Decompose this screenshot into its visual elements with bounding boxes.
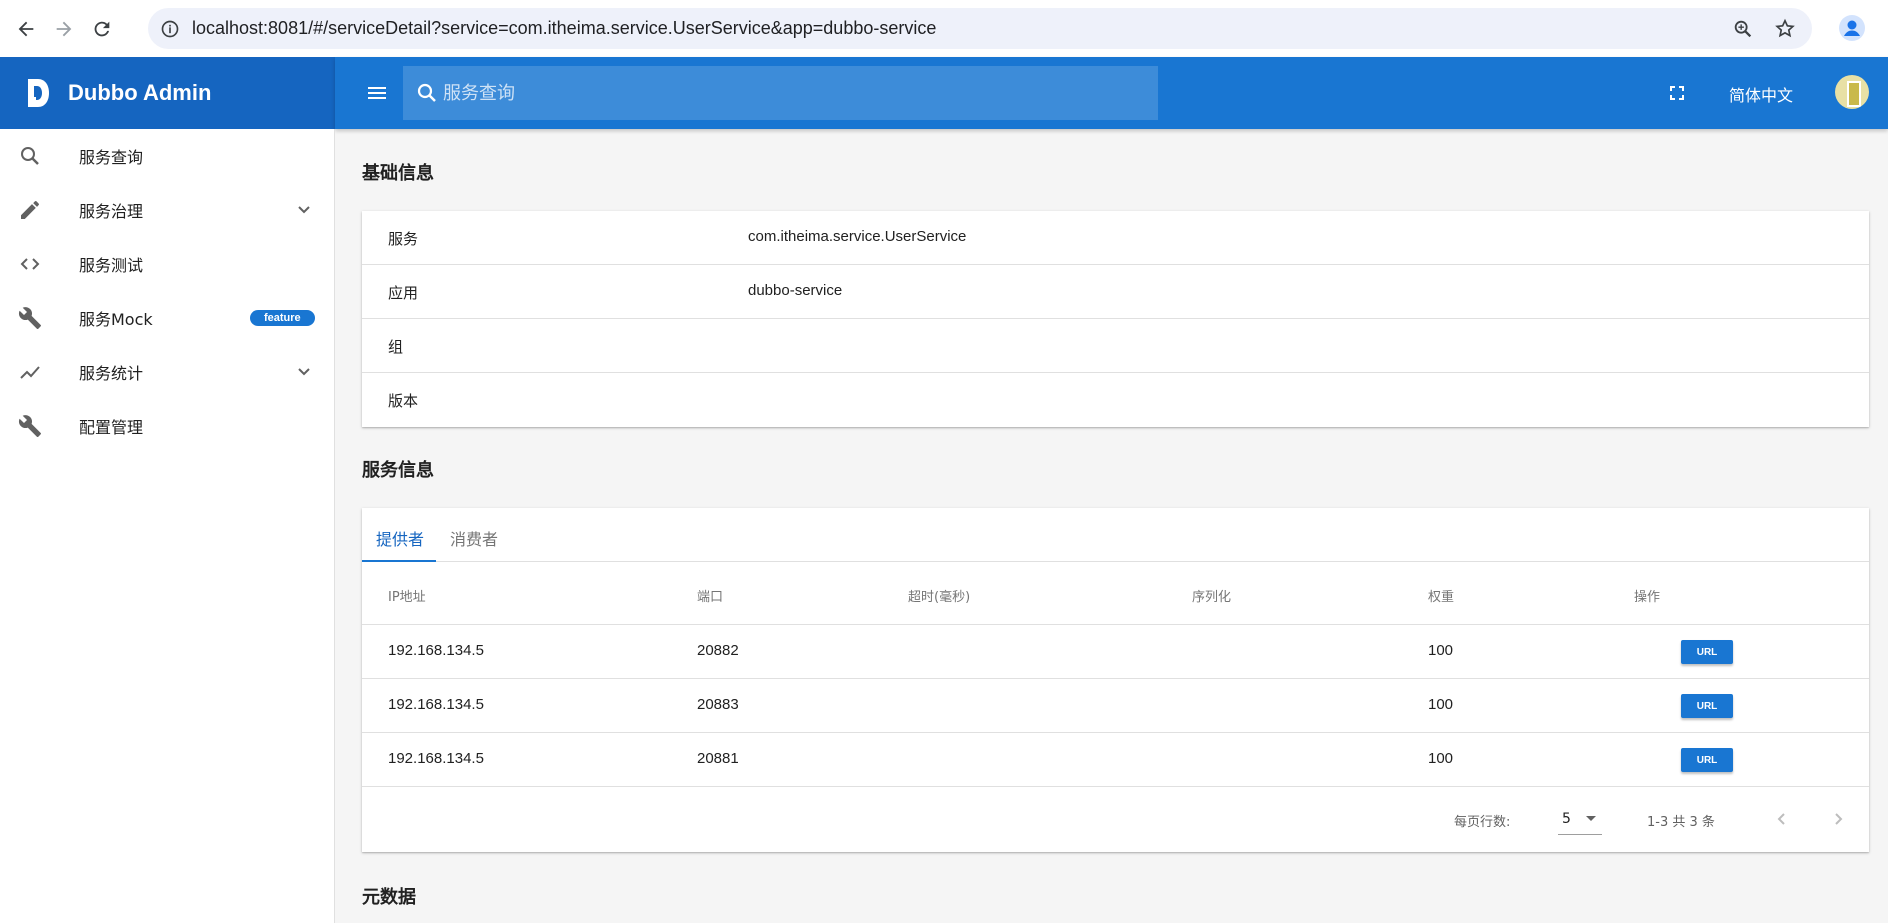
- dubbo-logo-icon: [28, 79, 49, 107]
- address-bar[interactable]: localhost:8081/#/serviceDetail?service=c…: [148, 8, 1812, 49]
- port-cell: 20881: [697, 750, 739, 767]
- ip-cell: 192.168.134.5: [388, 696, 484, 713]
- pagination-range: 1-3 共 3 条: [1647, 815, 1715, 830]
- ip-cell: 192.168.134.5: [388, 750, 484, 767]
- sidebar-item-label: 服务Mock: [79, 310, 153, 329]
- info-row-version: 版本: [362, 373, 1869, 427]
- sidebar-item-label: 服务查询: [79, 148, 144, 167]
- tab-consumers[interactable]: 消费者: [450, 526, 498, 550]
- info-value: dubbo-service: [748, 282, 843, 299]
- url-text[interactable]: localhost:8081/#/serviceDetail?service=c…: [192, 18, 936, 39]
- basic-info-title: 基础信息: [362, 163, 434, 184]
- next-page-icon[interactable]: [1826, 807, 1850, 831]
- service-info-title: 服务信息: [362, 460, 434, 481]
- zoom-icon[interactable]: [1732, 18, 1754, 40]
- sidebar-item-service-mock[interactable]: 服务Mock feature: [0, 291, 334, 345]
- table-footer: 每页行数: 5 1-3 共 3 条: [362, 787, 1869, 852]
- search-input[interactable]: [443, 82, 1123, 104]
- dropdown-arrow-icon: [1586, 816, 1596, 821]
- back-icon[interactable]: [14, 17, 38, 41]
- rows-per-page-label: 每页行数:: [1454, 815, 1511, 830]
- reload-icon[interactable]: [90, 17, 114, 41]
- table-row: 192.168.134.5 20881 100 URL: [362, 733, 1869, 787]
- rows-per-page-select[interactable]: 5: [1558, 807, 1602, 835]
- info-key: 服务: [388, 230, 419, 248]
- info-row-app: 应用 dubbo-service: [362, 265, 1869, 319]
- service-tabs: 提供者 消费者: [362, 508, 1869, 562]
- info-value: com.itheima.service.UserService: [748, 228, 967, 245]
- info-row-group: 组: [362, 319, 1869, 373]
- weight-cell: 100: [1428, 642, 1454, 659]
- tab-providers[interactable]: 提供者: [376, 526, 424, 550]
- site-info-icon[interactable]: [160, 19, 180, 39]
- chevron-down-icon[interactable]: [292, 360, 316, 384]
- column-header[interactable]: 端口: [697, 586, 723, 605]
- search-icon: [417, 83, 436, 102]
- rows-per-page-value: 5: [1562, 811, 1571, 827]
- chevron-down-icon[interactable]: [292, 198, 316, 222]
- sidebar-item-label: 服务统计: [79, 364, 144, 383]
- bookmark-star-icon[interactable]: [1774, 18, 1796, 40]
- feature-badge: feature: [250, 310, 315, 326]
- fullscreen-icon[interactable]: [1665, 81, 1689, 105]
- info-key: 版本: [388, 392, 419, 410]
- forward-icon[interactable]: [52, 17, 76, 41]
- sidebar-item-service-test[interactable]: 服务测试: [0, 237, 334, 291]
- brand: Dubbo Admin: [0, 57, 335, 129]
- browser-toolbar: localhost:8081/#/serviceDetail?service=c…: [0, 0, 1888, 57]
- app-title: Dubbo Admin: [68, 80, 212, 105]
- column-header[interactable]: 权重: [1428, 586, 1454, 605]
- basic-info-card: 服务 com.itheima.service.UserService 应用 du…: [362, 211, 1869, 427]
- search-icon: [21, 147, 39, 165]
- sidebar-nav: 服务查询 服务治理 服务测试 服务Mock feature 服务统计 配置管理: [0, 129, 335, 923]
- sidebar-item-service-stats[interactable]: 服务统计: [0, 345, 334, 399]
- sidebar-item-label: 配置管理: [79, 418, 144, 437]
- column-header[interactable]: 超时(毫秒): [908, 586, 970, 605]
- url-button[interactable]: URL: [1681, 748, 1733, 772]
- column-header: 操作: [1634, 590, 1661, 605]
- ip-cell: 192.168.134.5: [388, 642, 484, 659]
- column-header[interactable]: IP地址: [388, 586, 426, 605]
- url-button[interactable]: URL: [1681, 694, 1733, 718]
- port-cell: 20882: [697, 642, 739, 659]
- sidebar-item-config-management[interactable]: 配置管理: [0, 399, 334, 453]
- info-key: 应用: [388, 284, 419, 302]
- url-button[interactable]: URL: [1681, 640, 1733, 664]
- table-header: IP地址 端口 超时(毫秒) 序列化 权重 操作: [362, 562, 1869, 625]
- browser-profile-icon[interactable]: [1838, 14, 1866, 42]
- prev-page-icon[interactable]: [1770, 807, 1794, 831]
- port-cell: 20883: [697, 696, 739, 713]
- service-info-card: 提供者 消费者 IP地址 端口 超时(毫秒) 序列化 权重 操作 192.168…: [362, 508, 1869, 852]
- wrench-icon: [18, 307, 41, 329]
- search-bar[interactable]: [403, 66, 1158, 120]
- sidebar-item-service-query[interactable]: 服务查询: [0, 129, 334, 183]
- info-row-service: 服务 com.itheima.service.UserService: [362, 211, 1869, 265]
- user-avatar[interactable]: [1835, 75, 1869, 109]
- metadata-title: 元数据: [362, 887, 416, 908]
- menu-icon[interactable]: [365, 81, 389, 105]
- weight-cell: 100: [1428, 696, 1454, 713]
- trending-icon: [20, 366, 40, 379]
- sidebar-item-service-governance[interactable]: 服务治理: [0, 183, 334, 237]
- info-key: 组: [388, 338, 404, 356]
- language-switch[interactable]: 简体中文: [1729, 82, 1793, 106]
- column-header[interactable]: 序列化: [1192, 586, 1231, 605]
- wrench-icon: [18, 415, 41, 437]
- app-header: Dubbo Admin 简体中文: [0, 57, 1888, 129]
- code-icon: [20, 258, 40, 270]
- weight-cell: 100: [1428, 750, 1454, 767]
- main-content: 基础信息 服务 com.itheima.service.UserService …: [336, 129, 1888, 923]
- table-row: 192.168.134.5 20883 100 URL: [362, 679, 1869, 733]
- pencil-icon: [21, 201, 39, 219]
- table-row: 192.168.134.5 20882 100 URL: [362, 625, 1869, 679]
- sidebar-item-label: 服务测试: [79, 256, 144, 275]
- top-toolbar: 简体中文: [335, 57, 1888, 129]
- sidebar-item-label: 服务治理: [79, 202, 144, 221]
